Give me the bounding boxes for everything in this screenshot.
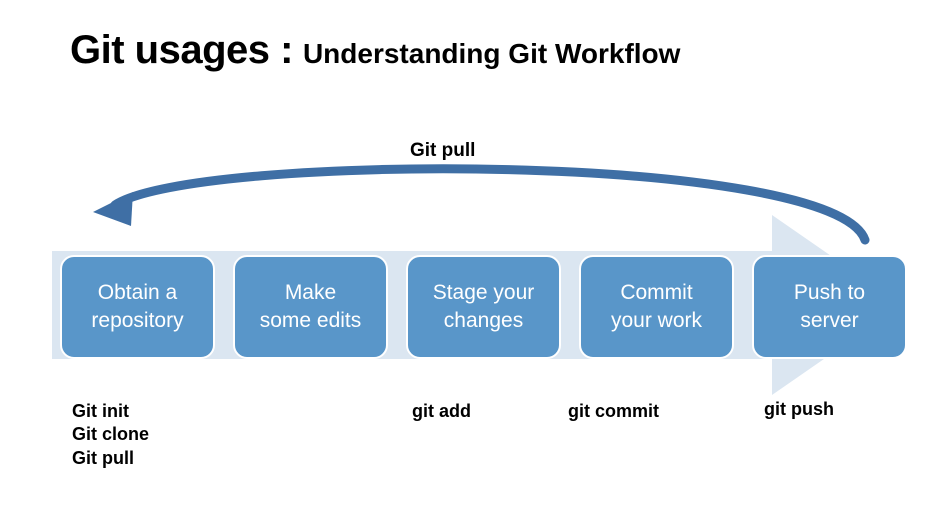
slide-title: Git usages : Understanding Git Workflow <box>70 28 680 73</box>
git-pull-label: Git pull <box>410 140 475 162</box>
step-line: changes <box>444 307 523 335</box>
workflow-steps: Obtain a repository Make some edits Stag… <box>60 255 907 359</box>
step-line: your work <box>611 307 702 335</box>
command-git-push: git push <box>764 398 834 421</box>
step-obtain-repository: Obtain a repository <box>60 255 215 359</box>
commands-obtain: Git init Git clone Git pull <box>72 400 149 470</box>
command-git-commit: git commit <box>568 400 659 423</box>
step-line: server <box>800 307 858 335</box>
step-commit-work: Commit your work <box>579 255 734 359</box>
step-line: repository <box>91 307 183 335</box>
step-stage-changes: Stage your changes <box>406 255 561 359</box>
step-push-server: Push to server <box>752 255 907 359</box>
step-line: some edits <box>260 307 362 335</box>
title-subtitle: Understanding Git Workflow <box>303 38 680 70</box>
step-line: Make <box>285 279 336 307</box>
step-make-edits: Make some edits <box>233 255 388 359</box>
step-line: Push to <box>794 279 865 307</box>
git-pull-arrow-icon <box>75 160 875 250</box>
step-line: Commit <box>620 279 692 307</box>
step-line: Obtain a <box>98 279 177 307</box>
step-line: Stage your <box>433 279 535 307</box>
title-main: Git usages : <box>70 28 293 73</box>
command-git-add: git add <box>412 400 471 423</box>
